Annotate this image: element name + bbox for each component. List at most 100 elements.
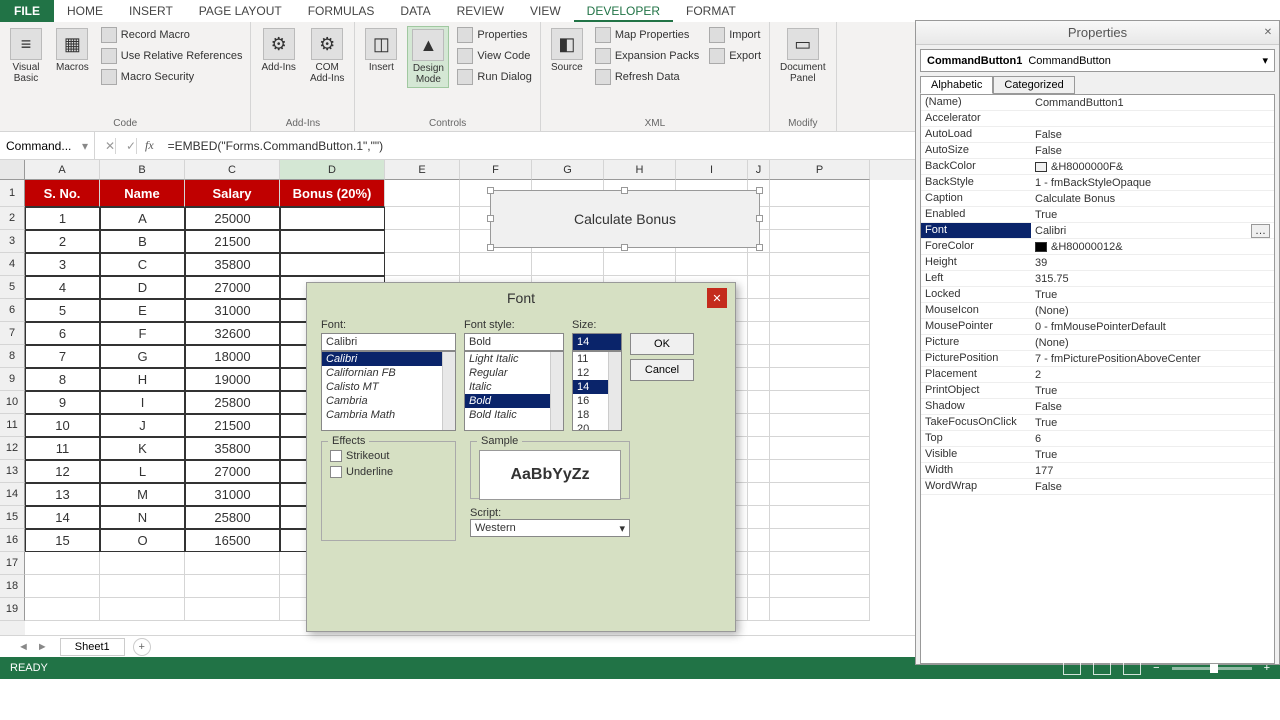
row-header[interactable]: 13 [0,460,25,483]
page-break-view-button[interactable] [1123,661,1141,675]
list-item[interactable]: Cambria Math [322,408,455,422]
tab-data[interactable]: DATA [387,0,443,22]
select-all[interactable] [0,160,25,180]
normal-view-button[interactable] [1063,661,1081,675]
table-cell[interactable]: 14 [25,506,100,529]
column-header[interactable]: C [185,160,280,180]
table-cell[interactable]: L [100,460,185,483]
add-sheet-button[interactable]: + [133,638,151,656]
table-cell[interactable]: 6 [25,322,100,345]
table-cell[interactable]: 15 [25,529,100,552]
table-cell[interactable]: 9 [25,391,100,414]
property-row[interactable]: Picture(None) [921,335,1274,351]
insert-control-button[interactable]: ◫Insert [361,26,401,88]
property-row[interactable]: BackColor&H8000000F& [921,159,1274,175]
row-header[interactable]: 2 [0,207,25,230]
style-input[interactable]: Bold [464,333,564,351]
table-cell[interactable]: H [100,368,185,391]
script-select[interactable]: Western▾ [470,519,630,537]
list-item[interactable]: Regular [465,366,563,380]
row-header[interactable]: 12 [0,437,25,460]
table-cell[interactable] [280,253,385,276]
relative-refs-button[interactable]: Use Relative References [99,47,245,65]
column-header[interactable]: H [604,160,676,180]
table-cell[interactable]: 31000 [185,299,280,322]
table-cell[interactable]: 4 [25,276,100,299]
table-cell[interactable]: 11 [25,437,100,460]
font-list[interactable]: CalibriCalifornian FBCalisto MTCambriaCa… [321,351,456,431]
property-row[interactable]: (Name)CommandButton1 [921,95,1274,111]
list-item[interactable]: Bold Italic [465,408,563,422]
table-cell[interactable]: 21500 [185,230,280,253]
property-row[interactable]: WordWrapFalse [921,479,1274,495]
object-selector[interactable]: CommandButton1CommandButton▾ [920,49,1275,72]
row-header[interactable]: 19 [0,598,25,621]
zoom-slider[interactable] [1172,667,1252,670]
cancel-icon[interactable]: ✕ [95,138,116,154]
close-icon[interactable]: ✕ [707,288,727,308]
row-header[interactable]: 7 [0,322,25,345]
record-macro-button[interactable]: Record Macro [99,26,245,44]
table-cell[interactable]: I [100,391,185,414]
table-cell[interactable]: G [100,345,185,368]
row-header[interactable]: 8 [0,345,25,368]
property-row[interactable]: BackStyle1 - fmBackStyleOpaque [921,175,1274,191]
list-item[interactable]: Light Italic [465,352,563,366]
row-header[interactable]: 1 [0,180,25,207]
row-header[interactable]: 3 [0,230,25,253]
table-cell[interactable]: 18000 [185,345,280,368]
tab-view[interactable]: VIEW [517,0,574,22]
table-cell[interactable]: 32600 [185,322,280,345]
row-header[interactable]: 14 [0,483,25,506]
table-cell[interactable]: C [100,253,185,276]
page-layout-view-button[interactable] [1093,661,1111,675]
com-addins-button[interactable]: ⚙COM Add-Ins [306,26,348,86]
table-cell[interactable]: 19000 [185,368,280,391]
column-header[interactable]: D [280,160,385,180]
property-row[interactable]: AutoSizeFalse [921,143,1274,159]
row-header[interactable]: 15 [0,506,25,529]
table-cell[interactable]: D [100,276,185,299]
command-button[interactable]: Calculate Bonus [490,190,760,248]
tab-page-layout[interactable]: PAGE LAYOUT [186,0,295,22]
strikeout-checkbox[interactable]: Strikeout [330,450,447,462]
property-row[interactable]: Top6 [921,431,1274,447]
size-input[interactable]: 14 [572,333,622,351]
expansion-packs-button[interactable]: Expansion Packs [593,47,701,65]
table-cell[interactable]: 3 [25,253,100,276]
property-row[interactable]: AutoLoadFalse [921,127,1274,143]
table-cell[interactable]: 7 [25,345,100,368]
list-item[interactable]: Californian FB [322,366,455,380]
property-row[interactable]: PrintObjectTrue [921,383,1274,399]
table-cell[interactable]: 5 [25,299,100,322]
tab-developer[interactable]: DEVELOPER [574,0,673,22]
property-row[interactable]: Left315.75 [921,271,1274,287]
cancel-button[interactable]: Cancel [630,359,694,381]
property-row[interactable]: Placement2 [921,367,1274,383]
property-row[interactable]: LockedTrue [921,287,1274,303]
close-icon[interactable]: ✕ [1261,26,1275,40]
table-cell[interactable]: 10 [25,414,100,437]
property-row[interactable]: FontCalibri… [921,223,1274,239]
underline-checkbox[interactable]: Underline [330,466,447,478]
tab-review[interactable]: REVIEW [444,0,517,22]
sheet-tab[interactable]: Sheet1 [60,638,125,656]
tab-alphabetic[interactable]: Alphabetic [920,76,993,94]
map-properties-button[interactable]: Map Properties [593,26,701,44]
visual-basic-button[interactable]: ≡Visual Basic [6,26,46,86]
table-cell[interactable]: 27000 [185,276,280,299]
row-header[interactable]: 4 [0,253,25,276]
table-cell[interactable]: 27000 [185,460,280,483]
next-sheet-icon[interactable]: ► [37,641,48,653]
design-mode-button[interactable]: ▲Design Mode [407,26,449,88]
property-row[interactable]: PicturePosition7 - fmPicturePositionAbov… [921,351,1274,367]
column-header[interactable]: F [460,160,532,180]
property-row[interactable]: VisibleTrue [921,447,1274,463]
prev-sheet-icon[interactable]: ◄ [18,641,29,653]
row-header[interactable]: 5 [0,276,25,299]
table-cell[interactable]: 25000 [185,207,280,230]
tab-format[interactable]: FORMAT [673,0,749,22]
macros-button[interactable]: ▦Macros [52,26,93,86]
row-header[interactable]: 6 [0,299,25,322]
property-row[interactable]: MouseIcon(None) [921,303,1274,319]
